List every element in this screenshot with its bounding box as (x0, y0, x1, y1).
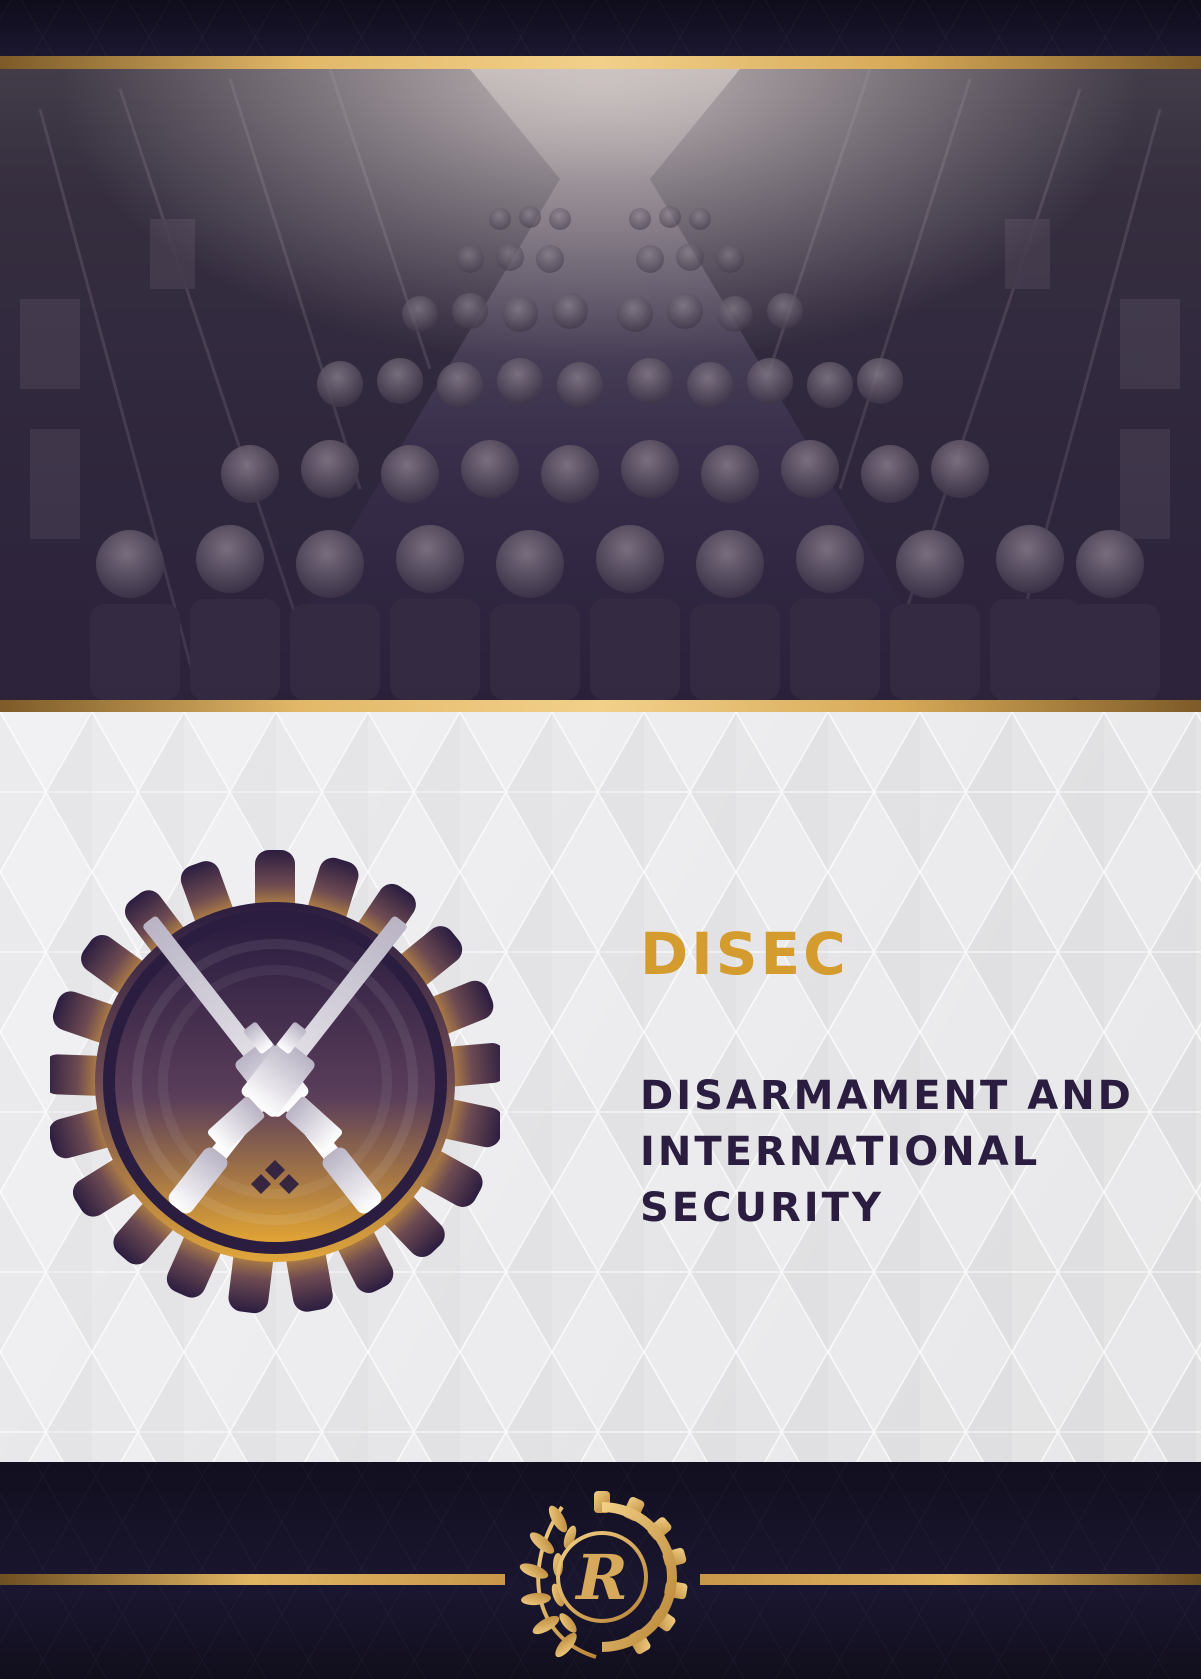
footer-band: R (0, 1462, 1201, 1679)
top-gold-rule (0, 56, 1201, 69)
hero-photo-troops-in-aircraft (0, 69, 1201, 700)
committee-name-line-3: SECURITY (640, 1185, 884, 1231)
footer-gold-rule-left (0, 1574, 505, 1585)
crossed-rifles-gear-emblem (50, 850, 500, 1315)
committee-full-name: DISARMAMENT AND INTERNATIONAL SECURITY (640, 1068, 1180, 1236)
top-band (0, 0, 1201, 56)
logo-monogram-letter: R (574, 1541, 628, 1614)
footer-gold-rule-right (700, 1574, 1201, 1585)
committee-panel: DISEC DISARMAMENT AND INTERNATIONAL SECU… (0, 712, 1201, 1462)
committee-acronym: DISEC (640, 920, 849, 988)
laurel-gear-logo-icon: R (519, 1491, 689, 1659)
committee-name-line-2: INTERNATIONAL (640, 1129, 1041, 1175)
committee-name-line-1: DISARMAMENT AND (640, 1073, 1134, 1119)
middle-gold-rule (0, 700, 1201, 712)
